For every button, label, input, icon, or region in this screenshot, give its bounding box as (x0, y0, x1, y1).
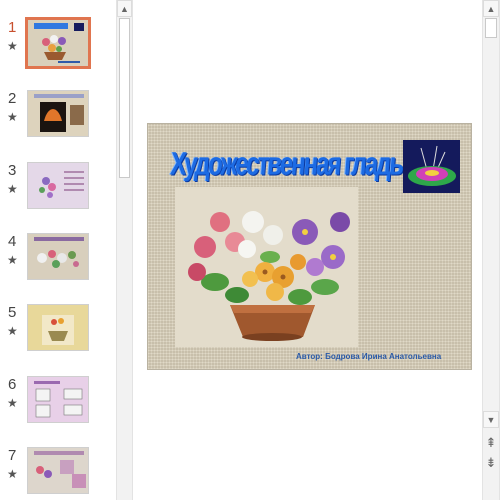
chevron-down-icon: ▼ (486, 414, 496, 425)
slide-5-preview (28, 305, 88, 350)
slide-thumbnail-6[interactable] (27, 376, 89, 423)
slide-thumbnail-2[interactable] (27, 90, 89, 137)
slide-4-preview (28, 234, 88, 279)
scroll-up-button[interactable]: ▲ (117, 0, 132, 17)
double-chevron-up-icon: ⇞ (485, 435, 497, 450)
animation-star-icon: ★ (7, 39, 18, 53)
sewing-logo-image[interactable] (403, 140, 460, 193)
current-slide[interactable]: Художественная гладь Автор: Бодрова Ирин… (147, 123, 472, 370)
slide-thumbnail-5[interactable] (27, 304, 89, 351)
slide-title[interactable]: Художественная гладь (169, 146, 403, 184)
thumbnail-scroll-thumb[interactable] (119, 18, 130, 178)
slide-thumbnail-3[interactable] (27, 162, 89, 209)
scroll-down-button[interactable]: ▼ (483, 411, 499, 428)
previous-slide-button[interactable]: ⇞ (483, 433, 499, 453)
editor-scroll-thumb[interactable] (485, 18, 497, 38)
animation-star-icon: ★ (7, 110, 18, 124)
slide-editor-area: Художественная гладь Автор: Бодрова Ирин… (138, 0, 482, 500)
slide-thumbnail-row-1[interactable]: 1 ★ (0, 17, 116, 75)
author-caption[interactable]: Автор: Бодрова Ирина Анатольевна (296, 352, 441, 361)
double-chevron-down-icon: ⇟ (485, 455, 497, 470)
slide-thumbnail-row-4[interactable]: 4 ★ (0, 233, 116, 289)
embroidered-flowers-image[interactable] (175, 187, 358, 347)
slide-thumbnail-pane: 1 ★ 2 ★ 3 ★ 4 ★ 5 ★ 6 ★ 7 ★ (0, 0, 116, 500)
slide-number: 2 (8, 90, 17, 107)
slide-number: 1 (8, 19, 17, 36)
slide-number: 7 (8, 447, 17, 464)
animation-star-icon: ★ (7, 396, 18, 410)
thumbnail-scrollbar[interactable]: ▲ (116, 0, 133, 500)
next-slide-button[interactable]: ⇟ (483, 453, 499, 473)
animation-star-icon: ★ (7, 467, 18, 481)
flower-bouquet-picture (175, 187, 358, 347)
chevron-up-icon: ▲ (120, 3, 129, 14)
pincushion-icon (403, 140, 460, 193)
slide-thumbnail-1[interactable] (25, 17, 91, 69)
slide-3-preview (28, 163, 88, 208)
animation-star-icon: ★ (7, 324, 18, 338)
slide-number: 3 (8, 162, 17, 179)
slide-thumbnail-7[interactable] (27, 447, 89, 494)
animation-star-icon: ★ (7, 182, 18, 196)
slide-number: 4 (8, 233, 17, 250)
slide-6-preview (28, 377, 88, 422)
slide-number: 6 (8, 376, 17, 393)
slide-thumbnail-4[interactable] (27, 233, 89, 280)
powerpoint-window: 1 ★ 2 ★ 3 ★ 4 ★ 5 ★ 6 ★ 7 ★ ▲ Художестве… (0, 0, 500, 500)
animation-star-icon: ★ (7, 253, 18, 267)
chevron-up-icon: ▲ (486, 3, 496, 14)
slide-2-preview (28, 91, 88, 136)
slide-thumbnail-row-6[interactable]: 6 ★ (0, 376, 116, 432)
slide-1-preview (28, 20, 88, 66)
slide-thumbnail-row-2[interactable]: 2 ★ (0, 90, 116, 146)
slide-number: 5 (8, 304, 17, 321)
slide-thumbnail-row-5[interactable]: 5 ★ (0, 304, 116, 360)
slide-thumbnail-row-3[interactable]: 3 ★ (0, 162, 116, 218)
slide-7-preview (28, 448, 88, 493)
scroll-up-button[interactable]: ▲ (483, 0, 499, 17)
slide-thumbnail-row-7[interactable]: 7 ★ (0, 447, 116, 500)
editor-scrollbar[interactable]: ▲ ▼ ⇞ ⇟ (482, 0, 500, 500)
